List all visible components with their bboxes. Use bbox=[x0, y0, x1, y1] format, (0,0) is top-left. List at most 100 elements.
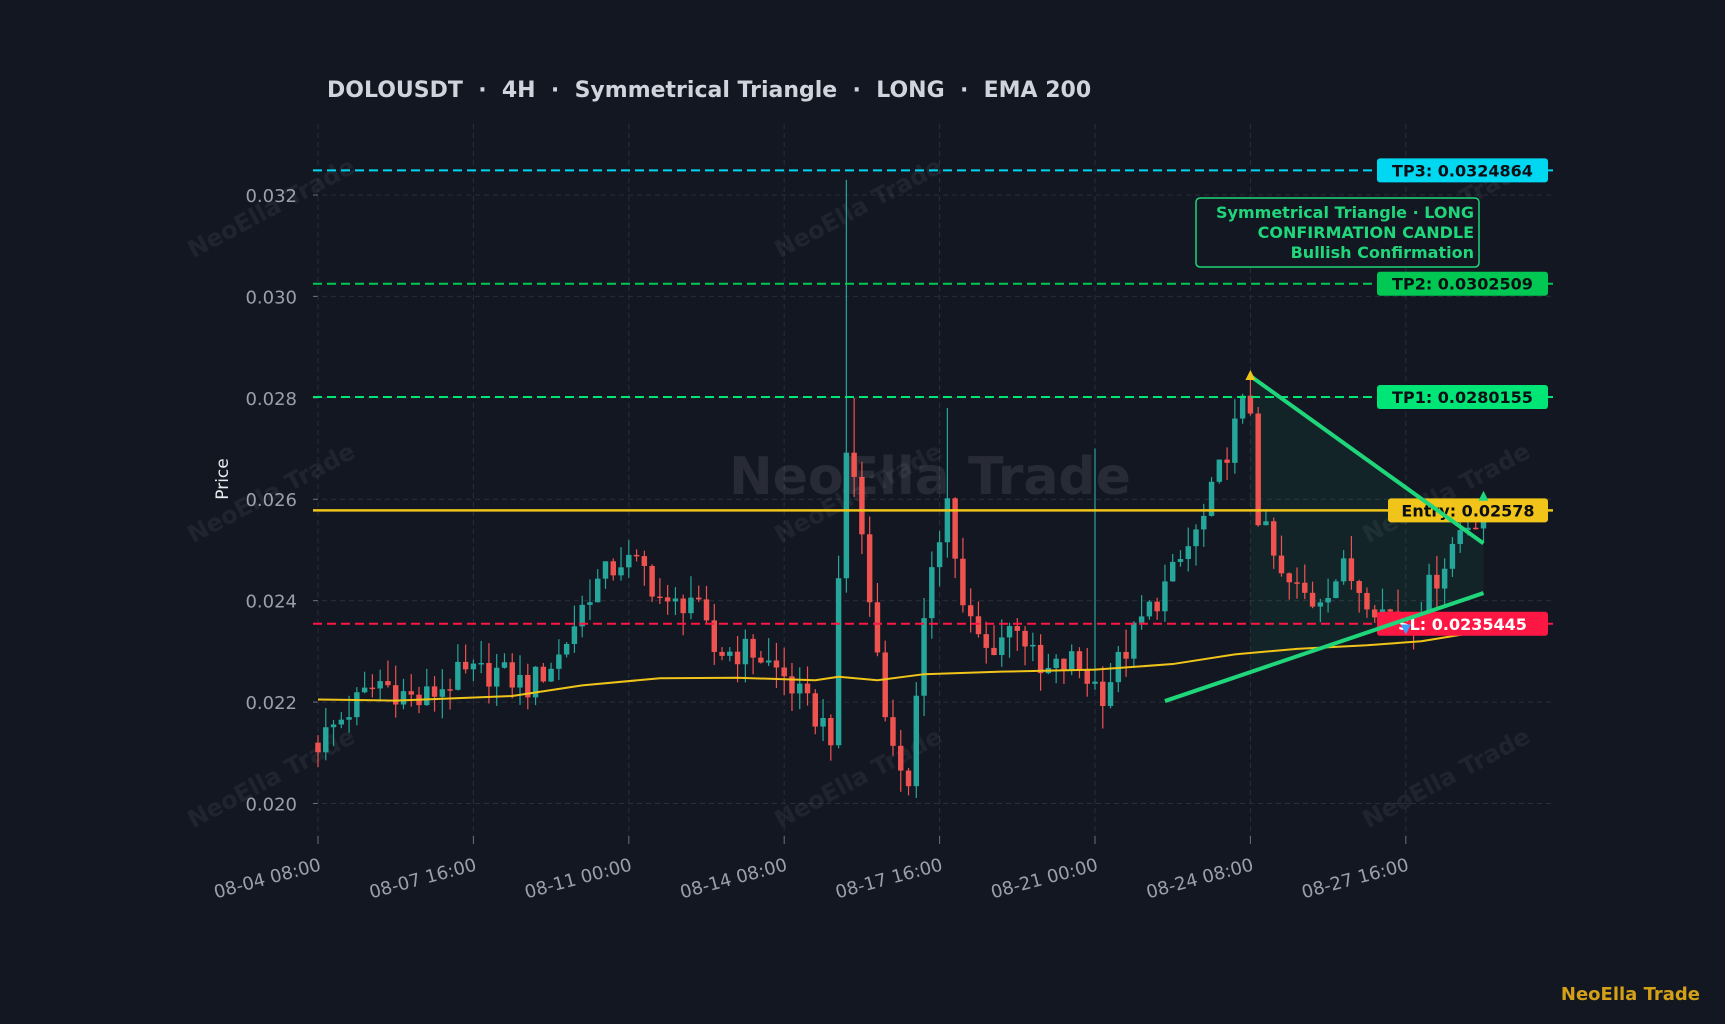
y-tick-label: 0.030 bbox=[245, 287, 297, 308]
candle-body bbox=[649, 565, 655, 597]
candle-body bbox=[1473, 527, 1479, 530]
candle-body bbox=[1224, 459, 1230, 463]
candle-body bbox=[338, 719, 345, 725]
candle-body bbox=[369, 687, 376, 690]
candle-body bbox=[548, 668, 554, 682]
candle-body bbox=[734, 651, 741, 665]
candle-body bbox=[385, 681, 391, 686]
candle-body bbox=[851, 452, 857, 477]
candle-body bbox=[1356, 581, 1362, 593]
candle-body bbox=[921, 618, 927, 696]
candle-body bbox=[1193, 529, 1199, 547]
candle-body bbox=[1201, 515, 1207, 530]
candle-body bbox=[812, 693, 818, 727]
candle-body bbox=[563, 643, 570, 655]
level-label-tp1: TP1: 0.0280155 bbox=[1392, 388, 1533, 407]
candle-body bbox=[936, 542, 943, 568]
y-tick-label: 0.024 bbox=[245, 592, 297, 613]
candle-body bbox=[400, 691, 407, 705]
annotation-line: Symmetrical Triangle · LONG bbox=[1216, 203, 1474, 222]
candle-body bbox=[501, 662, 508, 668]
candle-body bbox=[1030, 644, 1036, 647]
candle-body bbox=[657, 596, 663, 599]
brand-logo-text: NeoElla Trade bbox=[1560, 984, 1700, 1005]
candle-body bbox=[1084, 670, 1090, 684]
candle-body bbox=[1037, 644, 1044, 674]
candle-body bbox=[765, 660, 772, 663]
candle-body bbox=[1348, 558, 1355, 582]
candle-body bbox=[1092, 681, 1098, 684]
candle-body bbox=[804, 683, 811, 694]
annotation-box: Symmetrical Triangle · LONGCONFIRMATION … bbox=[1195, 197, 1480, 268]
candle-body bbox=[1162, 581, 1168, 612]
candle-body bbox=[975, 616, 982, 635]
annotation-line: Bullish Confirmation bbox=[1291, 243, 1474, 262]
candle-body bbox=[1441, 568, 1448, 589]
annotation-line: CONFIRMATION CANDLE bbox=[1258, 223, 1474, 242]
candle-body bbox=[1006, 626, 1013, 638]
candle-body bbox=[898, 745, 904, 771]
candle-body bbox=[727, 651, 733, 656]
candle-body bbox=[1333, 581, 1339, 598]
chart-title: DOLOUSDT · 4H · Symmetrical Triangle · L… bbox=[327, 78, 1091, 103]
candle-body bbox=[929, 567, 935, 619]
candle-body bbox=[960, 558, 966, 606]
candle-body bbox=[820, 717, 826, 727]
candle-body bbox=[633, 554, 640, 557]
candle-body bbox=[1255, 413, 1261, 526]
candle-body bbox=[408, 691, 414, 695]
candle-body bbox=[493, 667, 500, 687]
candle-body bbox=[1177, 559, 1184, 562]
candle-body bbox=[1061, 658, 1067, 670]
candle-body bbox=[859, 476, 865, 535]
candle-body bbox=[1232, 418, 1238, 463]
y-tick-label: 0.022 bbox=[245, 693, 297, 714]
candle-body bbox=[1014, 626, 1021, 631]
candle-body bbox=[517, 674, 523, 688]
candle-body bbox=[610, 561, 616, 576]
candle-body bbox=[1131, 622, 1137, 659]
candle-body bbox=[882, 652, 888, 718]
candle-body bbox=[377, 681, 383, 689]
y-axis-label: Price bbox=[213, 458, 233, 499]
candle-body bbox=[486, 662, 492, 687]
candle-body bbox=[571, 626, 578, 644]
candle-body bbox=[470, 663, 477, 670]
candle-body bbox=[1068, 651, 1075, 670]
candle-body bbox=[587, 602, 593, 605]
candle-body bbox=[999, 637, 1005, 656]
candle-body bbox=[797, 683, 803, 694]
candle-body bbox=[952, 498, 958, 559]
candle-body bbox=[1100, 681, 1106, 706]
candle-body bbox=[1278, 555, 1285, 574]
candle-body bbox=[478, 662, 484, 665]
candle-body bbox=[672, 598, 679, 602]
candle-body bbox=[424, 686, 430, 706]
candle-body bbox=[1294, 582, 1300, 584]
level-label-tp2: TP2: 0.0302509 bbox=[1392, 275, 1533, 294]
candle-body bbox=[664, 597, 671, 602]
candle-body bbox=[626, 554, 632, 568]
candle-body bbox=[1169, 561, 1176, 582]
candle-body bbox=[431, 686, 438, 697]
candle-body bbox=[509, 662, 515, 688]
chart-container: DOLOUSDT · 4H · Symmetrical Triangle · L… bbox=[0, 0, 1725, 1020]
candle-body bbox=[315, 742, 321, 753]
candle-body bbox=[1449, 543, 1456, 569]
candle-body bbox=[742, 638, 749, 665]
candle-body bbox=[866, 534, 873, 603]
candle-body bbox=[1107, 682, 1114, 706]
candle-body bbox=[711, 620, 717, 652]
candle-body bbox=[913, 695, 920, 787]
level-label-tp3: TP3: 0.0324864 bbox=[1392, 161, 1533, 180]
candle-body bbox=[1309, 592, 1316, 607]
candle-body bbox=[354, 692, 360, 718]
candle-body bbox=[1364, 592, 1370, 610]
candle-body bbox=[1434, 574, 1440, 589]
candle-body bbox=[462, 661, 469, 670]
watermark-center: NeoElla Trade bbox=[729, 447, 1131, 507]
candle-body bbox=[1185, 546, 1191, 560]
candle-body bbox=[1216, 459, 1223, 482]
candle-body bbox=[750, 638, 756, 658]
candle-body bbox=[1076, 651, 1083, 671]
